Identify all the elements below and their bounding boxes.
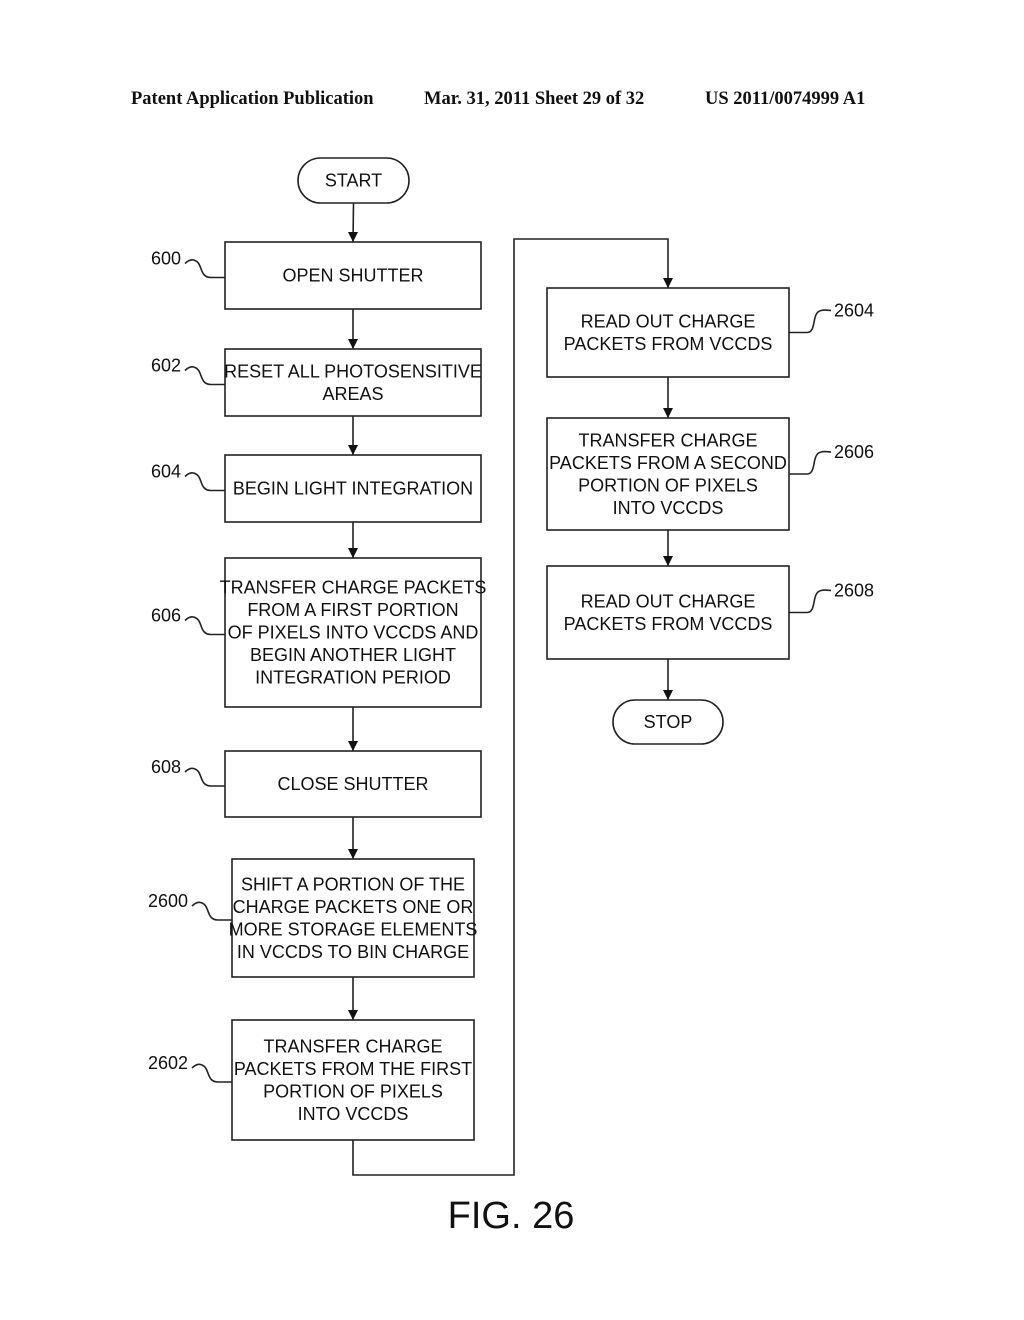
arrowhead-icon <box>663 278 673 288</box>
flow-edge-2608-to-stop <box>663 659 673 700</box>
node-text-line: IN VCCDS TO BIN CHARGE <box>237 942 469 962</box>
node-text-line: READ OUT CHARGE <box>581 591 756 611</box>
node-text-line: CLOSE SHUTTER <box>277 774 428 794</box>
ref-leader-line <box>789 589 832 614</box>
flow-node-2604: READ OUT CHARGE PACKETS FROM VCCDS 2604 <box>546 287 874 378</box>
flow-edge-604-to-606 <box>348 522 358 558</box>
arrowhead-icon <box>348 548 358 558</box>
node-text-line: MORE STORAGE ELEMENTS <box>229 919 478 939</box>
ref-numeral: 2604 <box>834 301 874 321</box>
flow-node-606: TRANSFER CHARGE PACKETSFROM A FIRST PORT… <box>151 557 487 708</box>
ref-numeral: 602 <box>151 356 181 376</box>
arrowhead-icon <box>663 408 673 418</box>
ref-leader-line <box>191 1063 232 1083</box>
node-text-line: READ OUT CHARGE <box>581 311 756 331</box>
arrowhead-icon <box>663 690 673 700</box>
node-text-line: SHIFT A PORTION OF THE <box>241 874 465 894</box>
arrowhead-icon <box>348 1010 358 1020</box>
node-text-line: PACKETS FROM A SECOND <box>549 453 787 473</box>
flow-edge-600-to-602 <box>348 309 358 349</box>
node-text-line: PACKETS FROM VCCDS <box>564 614 773 634</box>
node-text-line: CHARGE PACKETS ONE OR <box>233 897 474 917</box>
flow-edge-602-to-604 <box>348 416 358 455</box>
flow-edge-2604-to-2606 <box>663 377 673 418</box>
node-text-line: INTEGRATION PERIOD <box>255 668 451 688</box>
ref-leader-line <box>789 450 832 475</box>
flow-edge-2606-to-2608 <box>663 530 673 566</box>
flow-edge-606-to-608 <box>348 707 358 751</box>
node-text-line: PORTION OF PIXELS <box>263 1081 443 1101</box>
nodes-layer: START OPEN SHUTTER 600 RESET ALL PHOTOSENSI… <box>148 157 874 1141</box>
arrowhead-icon <box>348 232 358 242</box>
flow-node-600: OPEN SHUTTER 600 <box>151 241 482 310</box>
ref-numeral: 608 <box>151 757 181 777</box>
node-text-line: TRANSFER CHARGE PACKETS <box>220 578 487 598</box>
flow-node-2600: SHIFT A PORTION OF THE CHARGE PACKETS ONE… <box>148 858 478 978</box>
arrowhead-icon <box>348 741 358 751</box>
ref-numeral: 2600 <box>148 891 188 911</box>
node-text-line: PACKETS FROM VCCDS <box>564 334 773 354</box>
arrowhead-icon <box>663 556 673 566</box>
ref-leader-line <box>789 309 832 334</box>
node-text-line: AREAS <box>322 384 383 404</box>
flow-node-start: START <box>297 157 410 204</box>
flow-edge-608-to-2600 <box>348 817 358 859</box>
node-text-line: START <box>325 171 382 191</box>
flow-node-stop: STOP <box>612 699 724 745</box>
arrowhead-icon <box>348 445 358 455</box>
node-text-line: RESET ALL PHOTOSENSITIVE <box>224 361 482 381</box>
node-text-line: STOP <box>644 712 693 732</box>
flow-edge-start-to-600 <box>348 202 358 243</box>
ref-leader-line <box>191 901 232 921</box>
ref-leader-line <box>184 366 225 386</box>
ref-leader-line <box>184 472 225 492</box>
ref-numeral: 604 <box>151 462 181 482</box>
node-text-line: PORTION OF PIXELS <box>578 475 758 495</box>
flow-node-2606: TRANSFER CHARGE PACKETS FROM A SECONDPORT… <box>546 417 874 531</box>
node-text-line: BEGIN LIGHT INTEGRATION <box>233 479 473 499</box>
node-text-line: BEGIN ANOTHER LIGHT <box>250 645 456 665</box>
node-text-line: INTO VCCDS <box>298 1104 409 1124</box>
ref-numeral: 2602 <box>148 1053 188 1073</box>
ref-leader-line <box>184 259 225 279</box>
flow-node-608: CLOSE SHUTTER 608 <box>151 750 482 818</box>
arrowhead-icon <box>348 849 358 859</box>
ref-numeral: 606 <box>151 606 181 626</box>
process-box <box>224 348 482 417</box>
ref-numeral: 2606 <box>834 442 874 462</box>
ref-leader-line <box>184 767 225 787</box>
arrowhead-icon <box>348 339 358 349</box>
flow-edge-2600-to-2602 <box>348 977 358 1020</box>
node-text-line: OPEN SHUTTER <box>282 266 423 286</box>
flow-node-2602: TRANSFER CHARGE PACKETS FROM THE FIRSTPOR… <box>148 1019 475 1141</box>
node-text-line: INTO VCCDS <box>613 498 724 518</box>
flow-node-2608: READ OUT CHARGE PACKETS FROM VCCDS 2608 <box>546 565 874 660</box>
node-text-line: FROM A FIRST PORTION <box>247 600 458 620</box>
ref-numeral: 2608 <box>834 581 874 601</box>
node-text-line: PACKETS FROM THE FIRST <box>234 1059 472 1079</box>
node-text-line: TRANSFER CHARGE <box>578 430 757 450</box>
node-text-line: TRANSFER CHARGE <box>263 1036 442 1056</box>
figure-label: FIG. 26 <box>448 1195 575 1237</box>
process-box <box>546 565 790 660</box>
flow-node-602: RESET ALL PHOTOSENSITIVE AREAS 602 <box>151 348 482 417</box>
flow-node-604: BEGIN LIGHT INTEGRATION 604 <box>151 454 482 523</box>
ref-leader-line <box>184 616 225 636</box>
ref-numeral: 600 <box>151 249 181 269</box>
process-box <box>546 287 790 378</box>
flowchart: START OPEN SHUTTER 600 RESET ALL PHOTOSENSI… <box>148 157 874 1237</box>
node-text-line: OF PIXELS INTO VCCDS AND <box>228 623 479 643</box>
